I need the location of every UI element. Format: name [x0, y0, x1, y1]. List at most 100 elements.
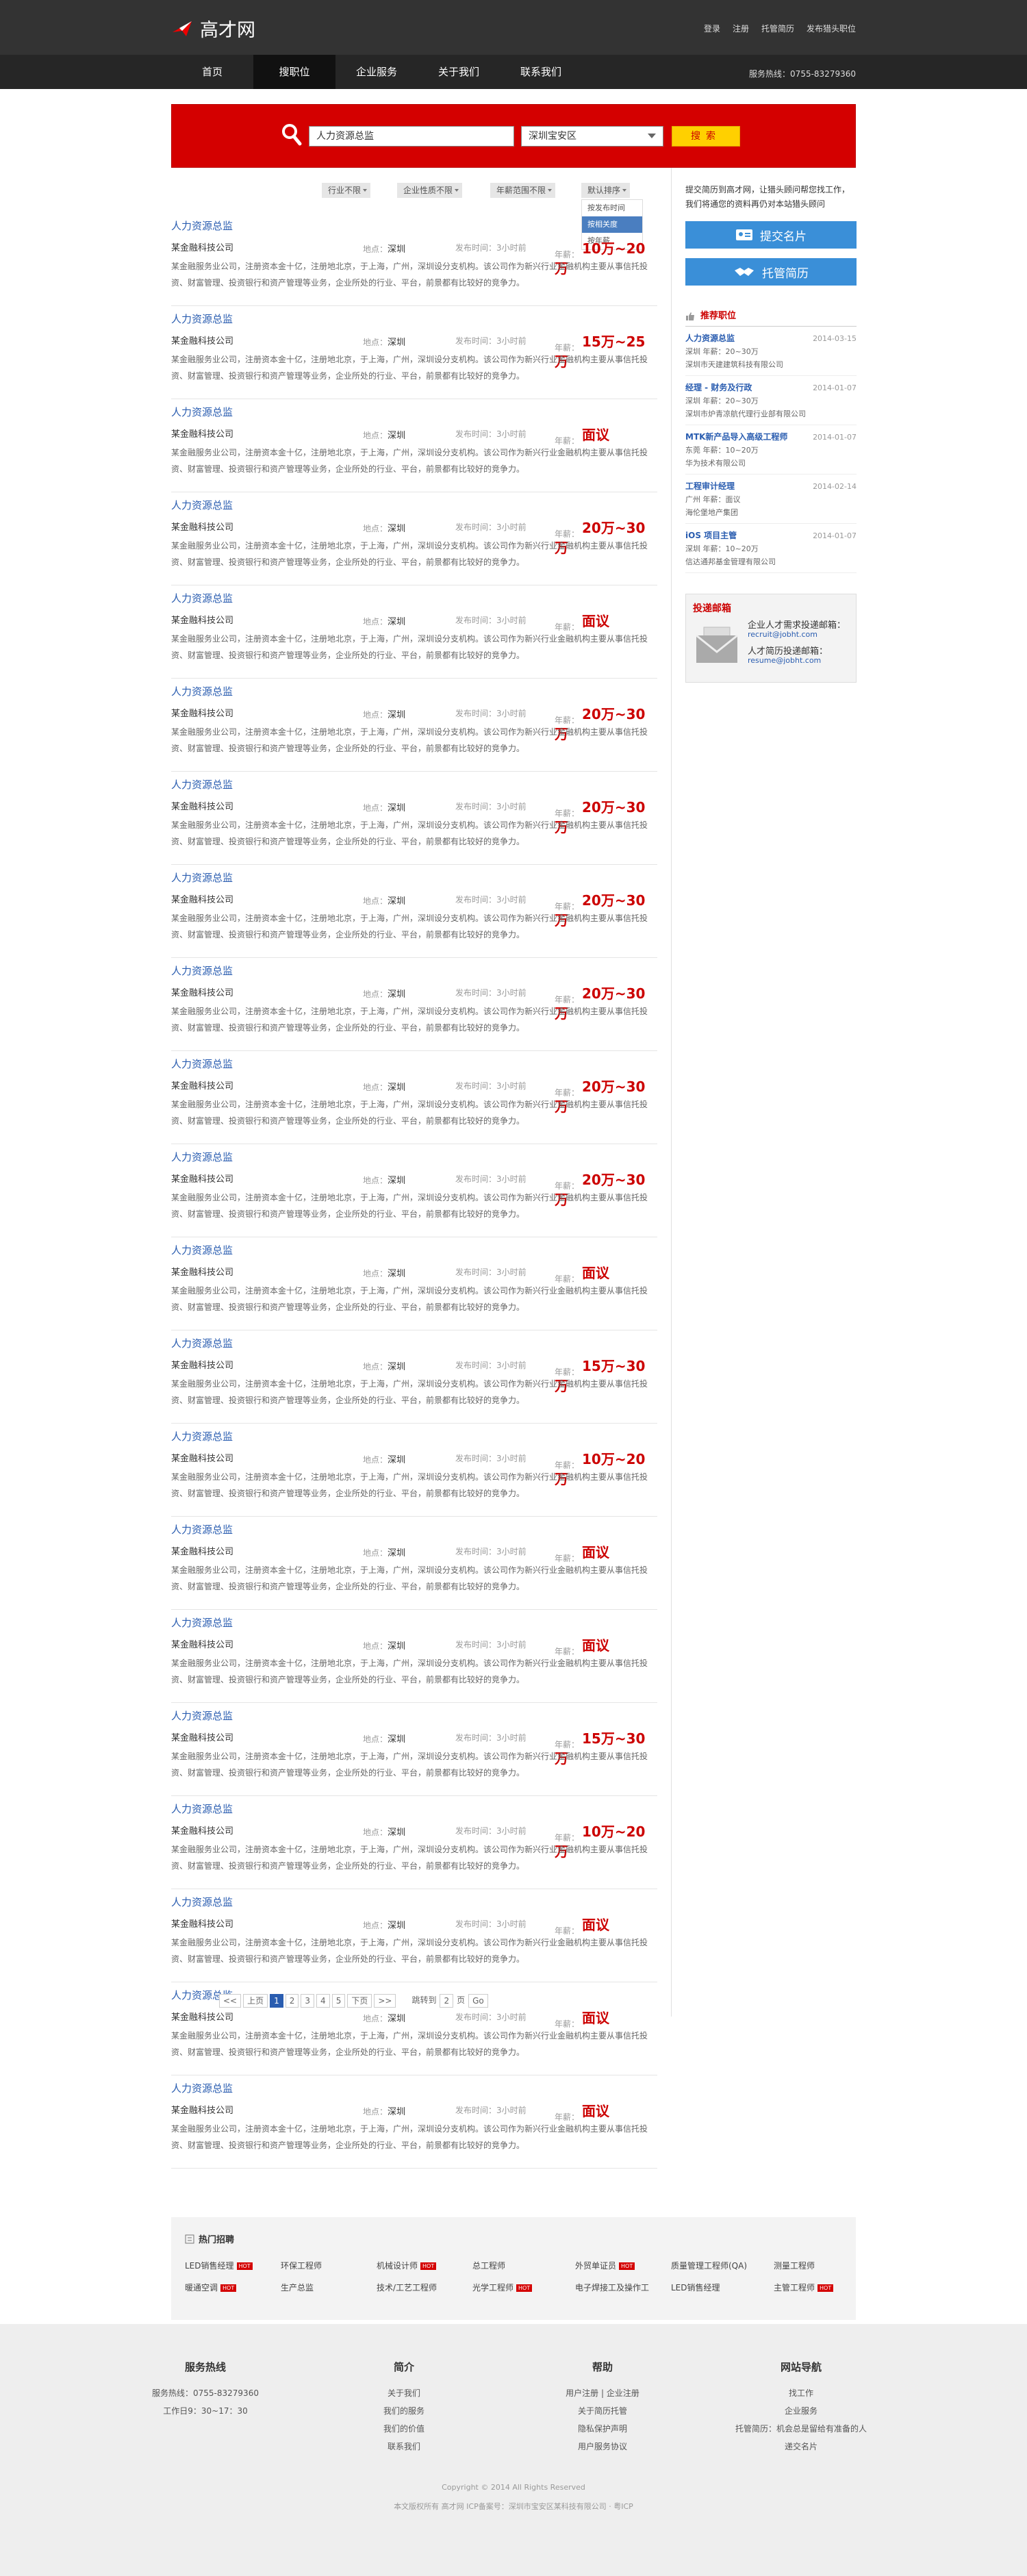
job-company: 某金融科技公司 — [171, 1547, 234, 1557]
hot-job-link[interactable]: 总工程师 — [472, 2260, 505, 2271]
register-link[interactable]: 注册 — [733, 23, 749, 34]
job-title[interactable]: 人力资源总监 — [171, 1243, 233, 1257]
footer-link[interactable]: 用户注册 | 企业注册 — [534, 2384, 671, 2402]
job-description: 某金融服务业公司，注册资本金十亿，注册地北京，于上海，广州，深圳设分支机构。该公… — [171, 1752, 648, 1778]
hot-job-link[interactable]: 主管工程师 HOT — [774, 2282, 834, 2293]
page-button[interactable]: 2 — [285, 1994, 299, 2008]
location-label: 地点： — [363, 2014, 388, 2023]
location-label: 地点： — [363, 1828, 388, 1837]
footer-link[interactable]: 找工作 — [733, 2384, 870, 2402]
hot-job-link[interactable]: 技术/工艺工程师 — [377, 2282, 437, 2293]
first-page-button[interactable]: << — [219, 1994, 242, 2008]
job-title[interactable]: 人力资源总监 — [171, 870, 233, 885]
host-resume-button[interactable]: 托管简历 — [685, 258, 857, 286]
job-title[interactable]: 人力资源总监 — [171, 1429, 233, 1443]
job-title[interactable]: 人力资源总监 — [171, 2081, 233, 2095]
job-title[interactable]: 人力资源总监 — [171, 684, 233, 698]
recommended-job-title[interactable]: MTK新产品导入高级工程师 — [685, 432, 787, 442]
submit-card-button[interactable]: 提交名片 — [685, 221, 857, 249]
job-description: 某金融服务业公司，注册资本金十亿，注册地北京，于上海，广州，深圳设分支机构。该公… — [171, 355, 648, 381]
keyword-input[interactable]: 人力资源总监 — [309, 126, 514, 147]
location-label: 地点： — [363, 1083, 388, 1092]
nav-search-jobs[interactable]: 搜职位 — [253, 55, 335, 89]
job-location: 地点：深圳 — [363, 1918, 405, 1931]
login-link[interactable]: 登录 — [704, 23, 720, 34]
footer-link[interactable]: 隐私保护声明 — [534, 2420, 671, 2438]
page-button[interactable]: 3 — [301, 1994, 315, 2008]
hot-job-link[interactable]: LED销售经理 — [671, 2282, 720, 2293]
hot-job-link[interactable]: 外贸单证员 HOT — [575, 2260, 635, 2271]
prev-page-button[interactable]: 上页 — [243, 1994, 268, 2008]
footer-link[interactable]: 我们的价值 — [335, 2420, 472, 2438]
nav-contact[interactable]: 联系我们 — [500, 55, 582, 89]
nav-home[interactable]: 首页 — [171, 55, 253, 89]
job-title[interactable]: 人力资源总监 — [171, 1802, 233, 1816]
job-title[interactable]: 人力资源总监 — [171, 312, 233, 326]
footer-link[interactable]: 托管简历：机会总是留给有准备的人 — [733, 2420, 870, 2438]
hot-job-link[interactable]: 环保工程师 — [281, 2260, 322, 2271]
jump-page-input[interactable]: 2 — [440, 1994, 454, 2008]
footer-link[interactable]: 关于简历托管 — [534, 2402, 671, 2420]
job-title[interactable]: 人力资源总监 — [171, 963, 233, 978]
logo[interactable]: 高才网 — [171, 15, 255, 42]
hot-job-link[interactable]: 光学工程师 HOT — [472, 2282, 533, 2293]
location-select[interactable]: 深圳宝安区 — [521, 126, 663, 147]
last-page-button[interactable]: >> — [374, 1994, 396, 2008]
next-page-button[interactable]: 下页 — [347, 1994, 372, 2008]
salary-value: 面议 — [582, 1544, 610, 1561]
job-title[interactable]: 人力资源总监 — [171, 498, 233, 512]
hot-job-link[interactable]: 生产总监 — [281, 2282, 314, 2293]
recommended-job-title[interactable]: 经理 - 财务及行政 — [685, 383, 752, 392]
host-resume-link[interactable]: 托管简历 — [761, 23, 794, 34]
enterprise-email[interactable]: recruit@jobht.com — [748, 630, 817, 639]
job-item: 人力资源总监 某金融科技公司 地点：深圳 发布时间：3小时前 年薪： 20万~30万 某金融… — [171, 679, 657, 772]
sort-filter[interactable]: 默认排序 — [581, 183, 631, 198]
hot-job-label: 总工程师 — [472, 2261, 506, 2271]
footer-link[interactable]: 服务热线：0755-83279360 — [137, 2384, 274, 2402]
resume-email-label: 人才简历投递邮箱： — [748, 646, 828, 657]
recommended-job-title[interactable]: iOS 项目主管 — [685, 531, 737, 540]
recommended-job-title[interactable]: 工程审计经理 — [685, 481, 735, 491]
job-title[interactable]: 人力资源总监 — [171, 777, 233, 792]
job-title[interactable]: 人力资源总监 — [171, 218, 233, 233]
job-title[interactable]: 人力资源总监 — [171, 591, 233, 605]
salary-filter-label: 年薪范围不限 — [496, 186, 546, 195]
industry-filter[interactable]: 行业不限 — [322, 183, 371, 198]
job-title[interactable]: 人力资源总监 — [171, 1057, 233, 1071]
footer-link[interactable]: 企业服务 — [733, 2402, 870, 2420]
job-title[interactable]: 人力资源总监 — [171, 1615, 233, 1630]
location-label: 地点： — [363, 617, 388, 627]
page-button[interactable]: 5 — [331, 1994, 346, 2008]
job-title[interactable]: 人力资源总监 — [171, 1336, 233, 1350]
nav-about[interactable]: 关于我们 — [418, 55, 500, 89]
footer-link[interactable]: 关于我们 — [335, 2384, 472, 2402]
footer-link[interactable]: 我们的服务 — [335, 2402, 472, 2420]
footer-link[interactable]: 递交名片 — [733, 2438, 870, 2455]
page-button[interactable]: 1 — [270, 1994, 283, 2008]
company-type-filter[interactable]: 企业性质不限 — [397, 183, 463, 198]
page-button[interactable]: 4 — [316, 1994, 330, 2008]
job-title[interactable]: 人力资源总监 — [171, 1895, 233, 1909]
footer-link[interactable]: 联系我们 — [335, 2438, 472, 2455]
hot-job-link[interactable]: 电子焊接工及操作工 — [575, 2282, 649, 2293]
job-title[interactable]: 人力资源总监 — [171, 405, 233, 419]
location-label: 地点： — [363, 1641, 388, 1651]
hot-job-link[interactable]: 测量工程师 — [774, 2260, 815, 2271]
hot-job-link[interactable]: LED销售经理 HOT — [185, 2260, 253, 2271]
search-button[interactable]: 搜索 — [672, 126, 740, 147]
footer-link[interactable]: 用户服务协议 — [534, 2438, 671, 2455]
hot-job-link[interactable]: 暖通空调 HOT — [185, 2282, 237, 2293]
resume-email[interactable]: resume@jobht.com — [748, 656, 821, 665]
footer-link[interactable]: 工作日9：30~17：30 — [137, 2402, 274, 2420]
post-job-link[interactable]: 发布猎头职位 — [807, 23, 856, 34]
hot-job-link[interactable]: 质量管理工程师(QA) — [671, 2260, 747, 2271]
job-title[interactable]: 人力资源总监 — [171, 1708, 233, 1723]
salary-filter[interactable]: 年薪范围不限 — [490, 183, 556, 198]
job-title[interactable]: 人力资源总监 — [171, 1522, 233, 1537]
nav-enterprise[interactable]: 企业服务 — [335, 55, 418, 89]
location-value: 深圳 — [388, 1176, 406, 1186]
hot-job-link[interactable]: 机械设计师 HOT — [377, 2260, 437, 2271]
job-title[interactable]: 人力资源总监 — [171, 1150, 233, 1164]
recommended-job-title[interactable]: 人力资源总监 — [685, 333, 735, 343]
go-button[interactable]: Go — [468, 1994, 488, 2008]
